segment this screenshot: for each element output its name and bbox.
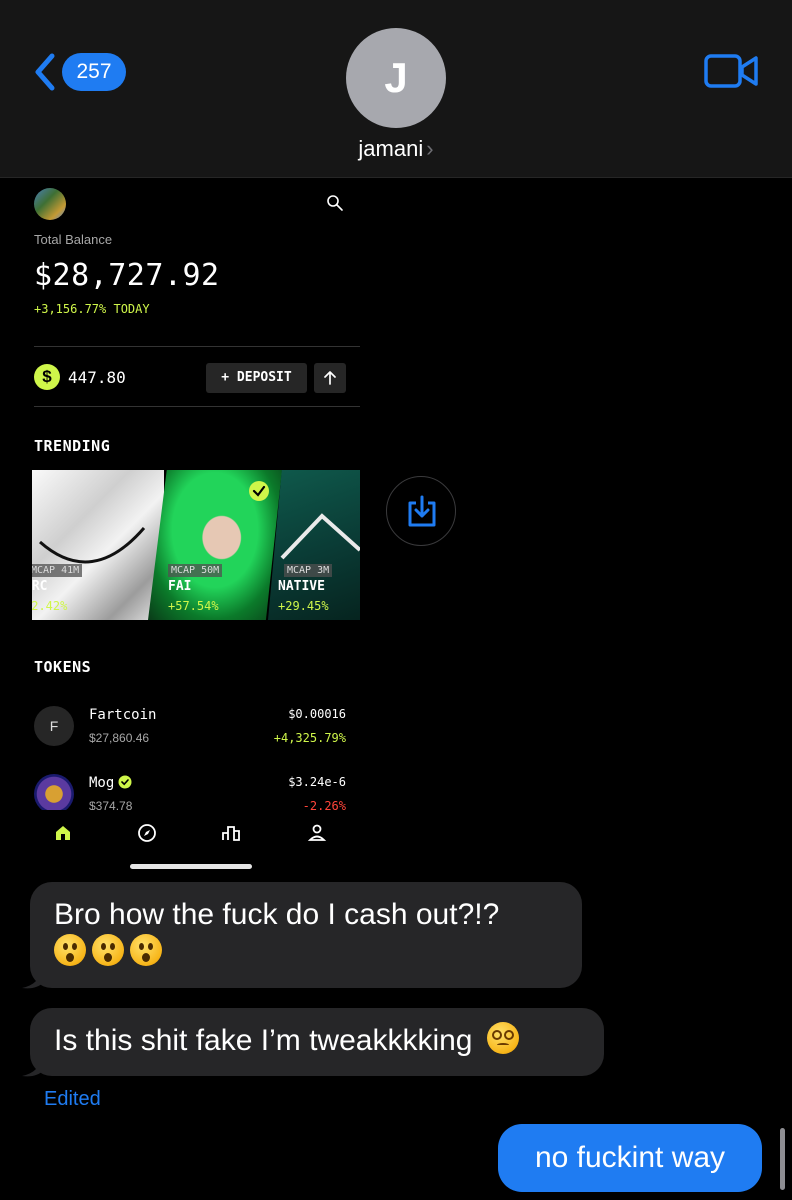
outgoing-message[interactable]: no fuckint way <box>498 1124 762 1192</box>
contact-name: jamani <box>358 136 424 161</box>
unread-count-badge: 257 <box>62 53 126 91</box>
leaderboard-icon <box>222 826 240 841</box>
cash-balance: 447.80 <box>68 368 126 387</box>
today-change: +3,156.77% TODAY <box>34 302 150 316</box>
home-indicator <box>130 864 252 869</box>
token-change: +4,325.79% <box>273 731 346 745</box>
token-price: $0.00016 <box>288 707 346 721</box>
dollar-icon: $ <box>34 364 60 390</box>
token-row: Mog $374.78 $3.24e-6 -2.26% <box>34 774 360 810</box>
verified-badge-icon <box>249 481 269 501</box>
trending-card: MCAP 50M FAI +57.54% <box>148 470 282 620</box>
token-list-clip: Mog $374.78 $3.24e-6 -2.26% <box>0 764 378 810</box>
chevron-right-icon: › <box>426 136 434 161</box>
cash-row: $ 447.80 + DEPOSIT <box>34 363 360 393</box>
divider <box>34 406 360 407</box>
message-text: no fuckint way <box>534 1141 726 1174</box>
token-name-row: Mog <box>89 775 132 791</box>
wallet-tab-bar <box>34 818 334 848</box>
token-icon <box>34 774 74 810</box>
bubble-tail <box>22 970 44 989</box>
search-icon <box>327 195 343 211</box>
tokens-title: TOKENS <box>34 658 92 676</box>
video-camera-icon[interactable] <box>704 52 758 90</box>
edited-label[interactable]: Edited <box>44 1088 101 1111</box>
download-icon <box>408 495 436 527</box>
mcap-label: MCAP 50M <box>168 564 223 577</box>
trending-card: MCAP 41M ARC +2.42% <box>32 470 164 620</box>
token-value: $27,860.46 <box>89 731 150 745</box>
total-balance-value: $28,727.92 <box>34 258 220 293</box>
token-change: -2.26% <box>302 799 346 810</box>
contact-name-row[interactable]: jamani › <box>0 136 792 162</box>
astonished-face-emoji <box>54 934 86 966</box>
incoming-message[interactable]: Is this shit fake I’m tweakkkking <box>30 1008 604 1076</box>
trending-title: TRENDING <box>34 437 111 455</box>
smile-artwork <box>39 527 146 564</box>
token-value: $374.78 <box>89 799 133 810</box>
arrow-up-icon <box>324 371 336 385</box>
token-row: F Fartcoin $27,860.46 $0.00016 +4,325.79… <box>34 706 360 758</box>
verified-badge-icon <box>118 775 132 789</box>
scrollbar[interactable] <box>780 1128 785 1190</box>
send-button <box>314 363 346 393</box>
home-icon <box>56 826 70 840</box>
token-price: $3.24e-6 <box>288 775 346 789</box>
compass-icon <box>138 824 156 842</box>
change-label: +2.42% <box>32 599 68 613</box>
mcap-label: MCAP 3M <box>284 564 333 577</box>
token-name: Mog <box>89 775 115 791</box>
contact-avatar[interactable]: J <box>346 28 446 128</box>
trending-carousel: MCAP 41M ARC +2.42% MCAP 50M FAI +57.54%… <box>32 470 360 620</box>
change-label: +57.54% <box>168 599 219 613</box>
token-icon: F <box>34 706 74 746</box>
divider <box>34 346 360 347</box>
ticker-label: NATIVE <box>278 579 325 594</box>
mcap-label: MCAP 41M <box>32 564 83 577</box>
save-image-button[interactable] <box>386 476 456 546</box>
chevron-artwork <box>280 513 360 560</box>
chevron-left-icon <box>35 53 55 91</box>
dizzy-face-emoji <box>486 1022 519 1054</box>
total-balance-label: Total Balance <box>34 232 113 247</box>
ticker-label: ARC <box>32 579 48 594</box>
message-text: Is this shit fake I’m tweakkkking <box>54 1024 473 1057</box>
wallet-screenshot[interactable]: Total Balance $28,727.92 +3,156.77% TODA… <box>0 178 378 870</box>
conversation-header: 257 J jamani › <box>0 0 792 178</box>
astonished-face-emoji <box>130 934 162 966</box>
trending-card: MCAP 3M NATIVE +29.45% <box>268 470 360 620</box>
ticker-label: FAI <box>168 579 192 594</box>
change-label: +29.45% <box>278 599 329 613</box>
token-name: Fartcoin <box>89 707 157 723</box>
profile-avatar <box>34 188 66 220</box>
profile-icon <box>307 824 327 841</box>
back-button[interactable]: 257 <box>30 52 126 92</box>
message-text: Bro how the fuck do I cash out?!? <box>54 898 500 931</box>
deposit-button: + DEPOSIT <box>206 363 307 393</box>
bubble-tail <box>22 1058 44 1077</box>
incoming-message[interactable]: Bro how the fuck do I cash out?!? <box>30 882 582 988</box>
astonished-face-emoji <box>92 934 124 966</box>
